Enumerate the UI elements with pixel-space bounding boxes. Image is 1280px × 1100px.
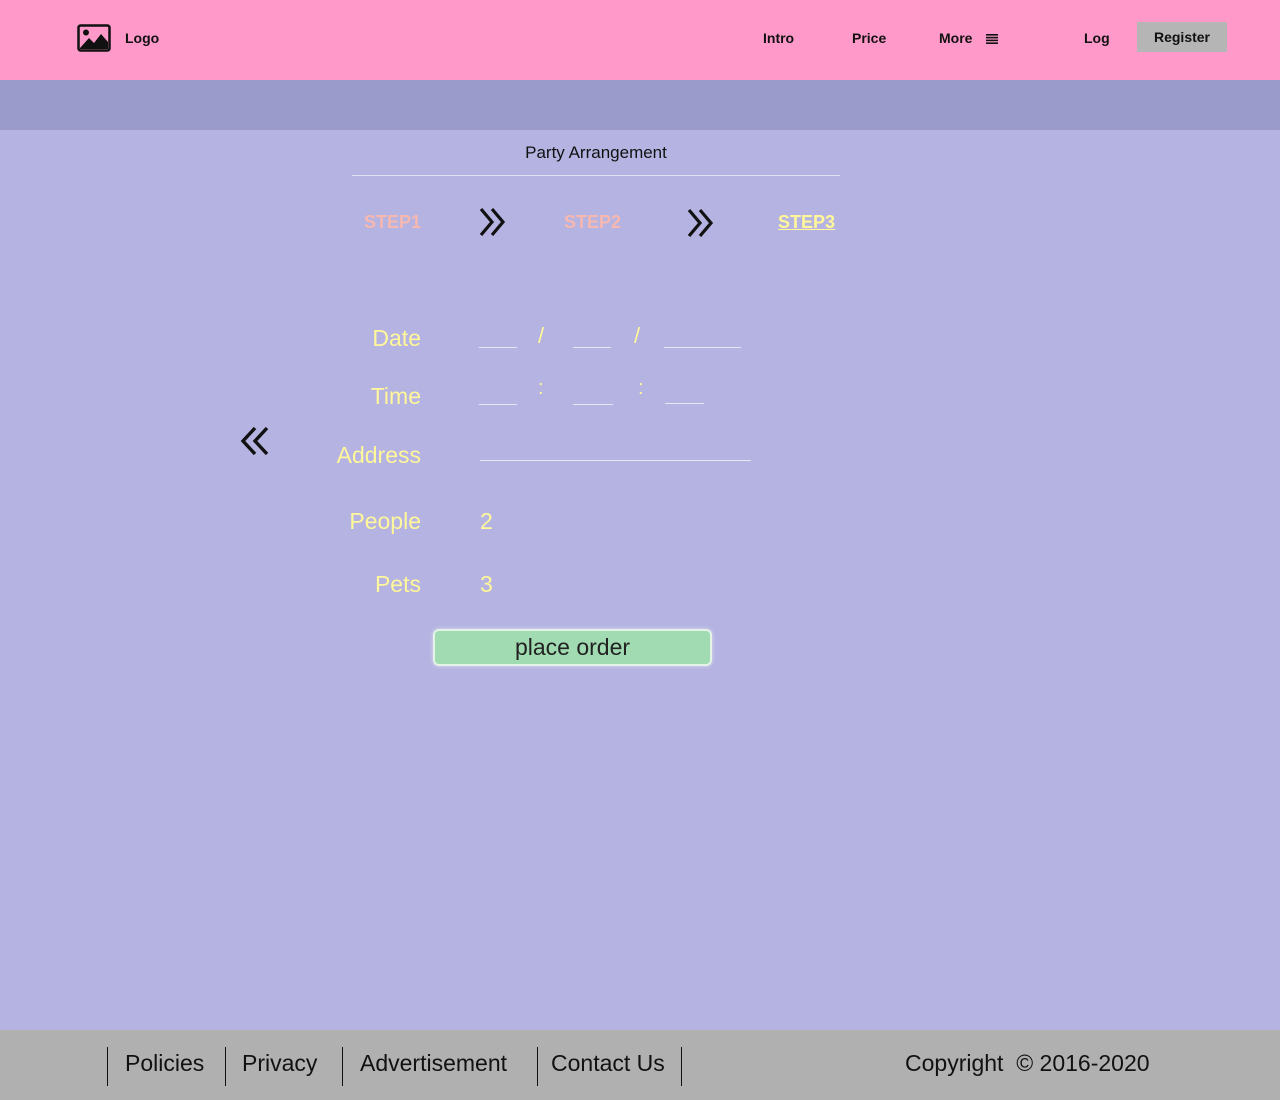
address-input[interactable] (480, 440, 751, 461)
people-value[interactable]: 2 (480, 508, 493, 535)
people-label: People (349, 508, 421, 534)
footer-divider (225, 1047, 226, 1086)
pets-value[interactable]: 3 (480, 571, 493, 598)
time-second-input[interactable] (665, 383, 704, 404)
time-separator: : (638, 377, 644, 399)
place-order-button[interactable]: place order (433, 629, 712, 666)
address-label: Address (336, 442, 421, 468)
footer-divider (537, 1047, 538, 1086)
date-day-input[interactable] (573, 327, 611, 348)
log-link[interactable]: Log (1084, 30, 1110, 46)
copyright-text: Copyright © 2016-2020 (905, 1050, 1150, 1076)
pets-label: Pets (374, 571, 421, 597)
title-divider (352, 175, 840, 176)
chevron-right-double-icon (687, 208, 714, 238)
time-hour-input[interactable] (479, 384, 517, 405)
date-label: Date (372, 325, 421, 351)
time-label: Time (370, 383, 421, 409)
footer-link-advertisement[interactable]: Advertisement (360, 1050, 507, 1077)
page-title: Party Arrangement (525, 143, 667, 162)
logo-text[interactable]: Logo (125, 30, 159, 46)
nav-intro[interactable]: Intro (763, 30, 794, 46)
date-separator: / (634, 323, 641, 348)
date-separator: / (538, 323, 545, 348)
footer-divider (342, 1047, 343, 1086)
step-3-tab[interactable]: STEP3 (778, 212, 835, 233)
footer-link-privacy[interactable]: Privacy (242, 1050, 317, 1077)
nav-price[interactable]: Price (852, 30, 886, 46)
footer-link-contact-us[interactable]: Contact Us (551, 1050, 665, 1077)
footer-link-policies[interactable]: Policies (125, 1050, 204, 1077)
step-2-tab[interactable]: STEP2 (564, 212, 621, 233)
time-separator: : (538, 377, 544, 399)
time-minute-input[interactable] (573, 384, 613, 405)
date-year-input[interactable] (664, 327, 741, 348)
step-1-tab[interactable]: STEP1 (364, 212, 421, 233)
sub-header-band (0, 80, 1280, 130)
footer-divider (681, 1047, 682, 1086)
chevron-right-double-icon (479, 207, 506, 237)
image-icon[interactable] (77, 24, 111, 52)
date-month-input[interactable] (479, 327, 517, 348)
register-button[interactable]: Register (1137, 22, 1227, 52)
nav-more[interactable]: More (939, 30, 972, 46)
footer-divider (107, 1047, 108, 1086)
menu-icon[interactable] (986, 34, 998, 44)
